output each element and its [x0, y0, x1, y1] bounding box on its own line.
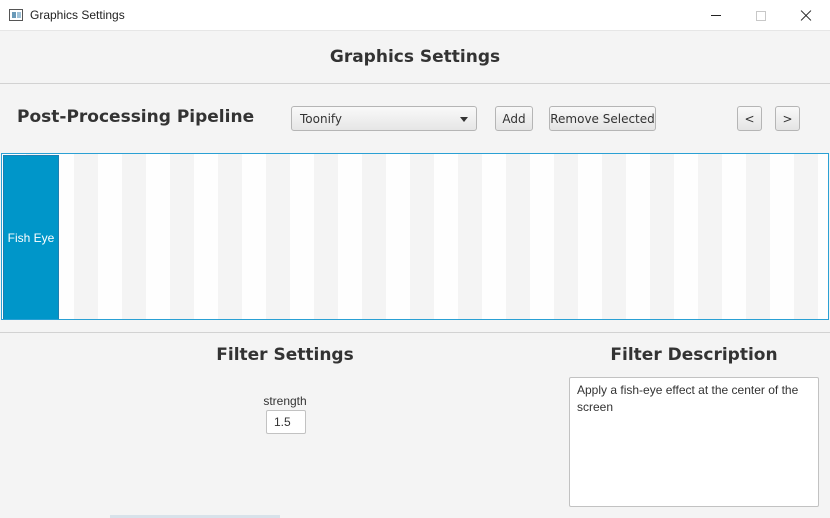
filter-description-textarea[interactable]: Apply a fish-eye effect at the center of… — [569, 377, 819, 507]
window-titlebar[interactable]: Graphics Settings — [0, 0, 830, 31]
divider — [0, 83, 830, 84]
strength-label: strength — [263, 394, 307, 408]
strength-input[interactable] — [266, 410, 306, 434]
pipeline-heading: Post-Processing Pipeline — [17, 107, 255, 127]
filter-settings-heading: Filter Settings — [216, 345, 354, 365]
pipeline-item-label: Fish Eye — [7, 230, 55, 245]
filter-select-value: Toonify — [300, 112, 343, 126]
close-button[interactable] — [783, 0, 829, 31]
minimize-button[interactable] — [693, 0, 739, 31]
filter-select[interactable]: Toonify — [291, 106, 477, 131]
maximize-button[interactable] — [738, 0, 784, 31]
close-icon — [800, 10, 812, 22]
add-button[interactable]: Add — [495, 106, 533, 131]
chevron-down-icon — [460, 117, 468, 122]
window-title: Graphics Settings — [30, 8, 125, 22]
filter-description-heading: Filter Description — [610, 345, 778, 365]
page-title: Graphics Settings — [329, 47, 501, 67]
maximize-icon — [756, 10, 766, 21]
move-left-button[interactable]: < — [737, 106, 762, 131]
move-right-button[interactable]: > — [775, 106, 800, 131]
pipeline-list[interactable]: Fish Eye — [1, 153, 829, 320]
pipeline-item-fish-eye[interactable]: Fish Eye — [3, 155, 59, 319]
minimize-icon — [711, 15, 721, 16]
divider — [0, 332, 830, 333]
app-icon — [9, 9, 23, 21]
remove-selected-button[interactable]: Remove Selected — [549, 106, 656, 131]
